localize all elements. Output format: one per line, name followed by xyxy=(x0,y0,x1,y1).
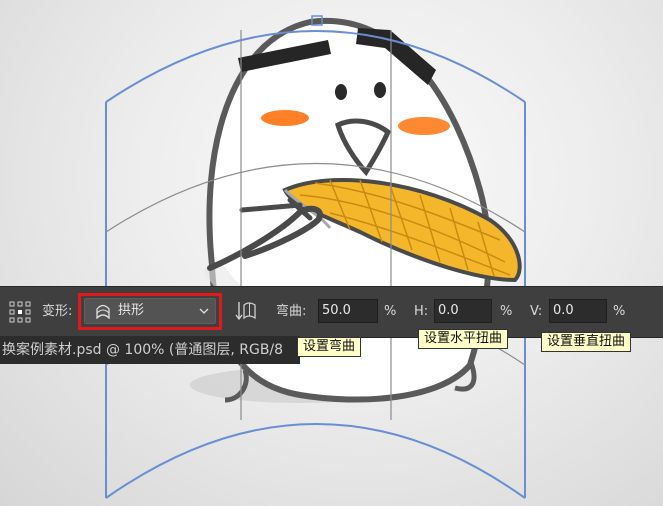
document-canvas xyxy=(105,15,526,499)
eye-left xyxy=(335,84,347,100)
horizontal-distortion-label: H: xyxy=(414,304,429,319)
horizontal-distortion-input[interactable]: 0.0 xyxy=(434,299,492,323)
warp-orientation-icon[interactable] xyxy=(233,299,257,323)
vertical-distortion-label: V: xyxy=(530,304,543,319)
warp-style-label: 变形: xyxy=(42,304,73,319)
vertical-distortion-unit: % xyxy=(613,304,626,319)
reference-point-grid-icon[interactable] xyxy=(8,300,32,324)
cheek-left xyxy=(261,110,309,126)
cheek-right xyxy=(398,117,450,135)
vertical-distortion-input[interactable]: 0.0 xyxy=(549,299,607,323)
options-bar: 变形: 拱形 弯曲: 50.0 % H: 0.0 % V: 0.0 % xyxy=(0,286,663,338)
bend-input[interactable]: 50.0 xyxy=(318,299,378,323)
bend-label: 弯曲: xyxy=(276,304,307,319)
annotation-highlight-box xyxy=(78,293,222,330)
document-tab-title: 换案例素材.psd @ 100% (普通图层, RGB/8 xyxy=(2,342,284,358)
bend-unit: % xyxy=(384,304,397,319)
horizontal-distortion-tooltip: 设置水平扭曲 xyxy=(418,329,509,349)
horizontal-distortion-unit: % xyxy=(500,304,513,319)
vertical-distortion-tooltip: 设置垂直扭曲 xyxy=(541,332,632,352)
warp-bottom-edge xyxy=(105,423,526,499)
eye-right xyxy=(374,82,386,98)
bend-tooltip: 设置弯曲 xyxy=(297,337,362,357)
document-tab[interactable]: 换案例素材.psd @ 100% (普通图层, RGB/8 xyxy=(0,336,300,364)
